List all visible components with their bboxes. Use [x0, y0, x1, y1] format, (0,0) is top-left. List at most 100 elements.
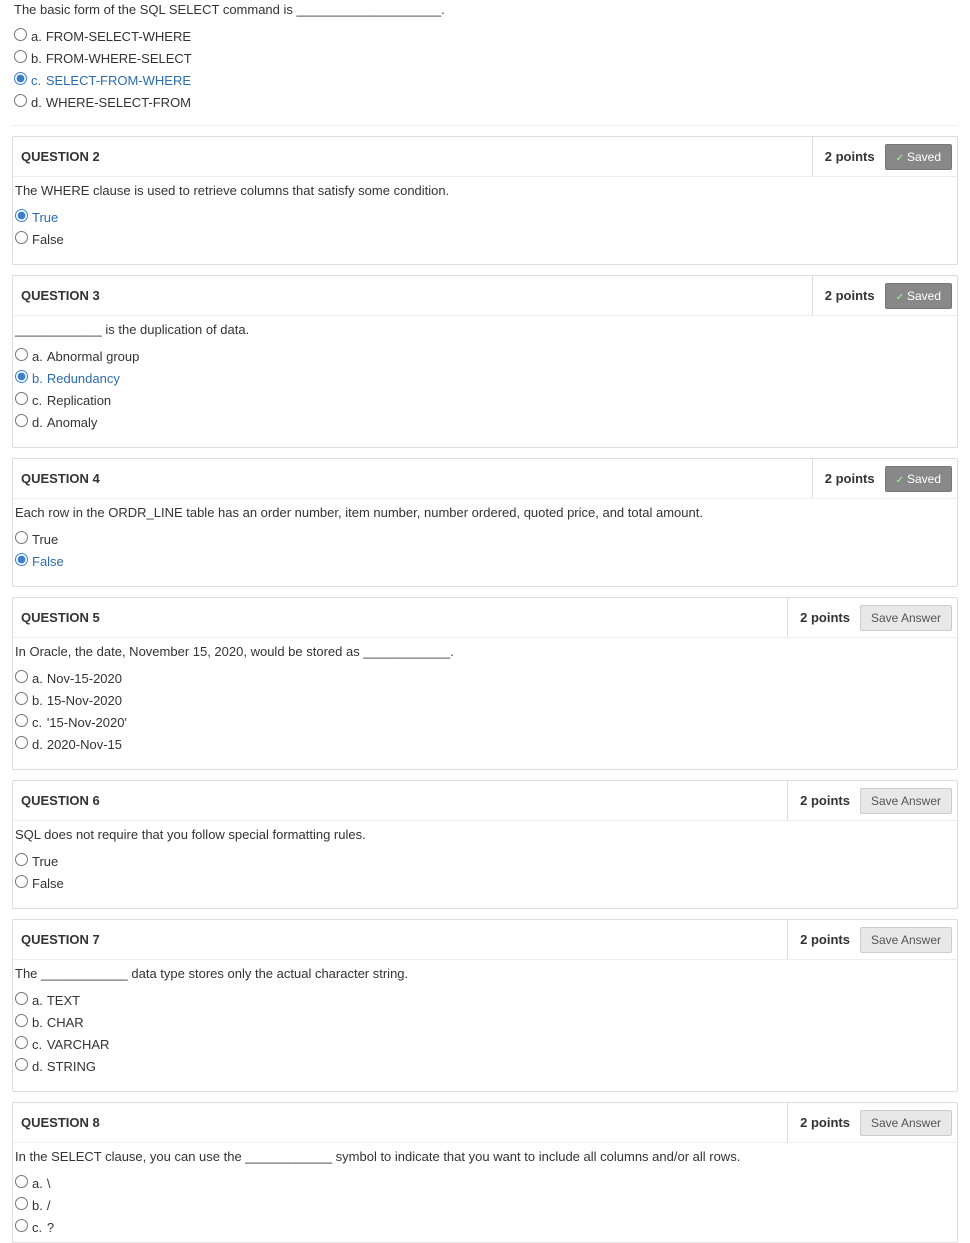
option-text: ? — [45, 1216, 56, 1238]
option-b[interactable]: b. 15-Nov-2020 — [13, 689, 129, 711]
options: True False — [13, 528, 66, 572]
options: a. \ b. / c. ? — [13, 1172, 56, 1238]
question-prompt: In the SELECT clause, you can use the __… — [13, 1147, 957, 1172]
option-a[interactable]: a. FROM-SELECT-WHERE — [12, 25, 194, 47]
question-prompt: The ____________ data type stores only t… — [13, 964, 957, 989]
saved-label: Saved — [907, 472, 941, 486]
option-c[interactable]: c. SELECT-FROM-WHERE — [12, 69, 194, 91]
option-d[interactable]: d. Anomaly — [13, 411, 141, 433]
radio-d[interactable] — [15, 414, 28, 427]
option-text: Nov-15-2020 — [45, 667, 129, 689]
option-text: True — [30, 528, 66, 550]
question-6: QUESTION 6 2 points Save Answer SQL does… — [12, 780, 958, 909]
option-a[interactable]: a. TEXT — [13, 989, 111, 1011]
option-c[interactable]: c. VARCHAR — [13, 1033, 111, 1055]
save-answer-button[interactable]: Save Answer — [860, 1110, 952, 1136]
option-b[interactable]: b. CHAR — [13, 1011, 111, 1033]
option-b[interactable]: b. / — [13, 1194, 56, 1216]
save-answer-button[interactable]: Save Answer — [860, 927, 952, 953]
option-text: TEXT — [45, 989, 112, 1011]
option-letter: a. — [30, 345, 45, 367]
radio-d[interactable] — [15, 736, 28, 749]
question-meta: 2 points Save Answer — [787, 598, 957, 637]
save-answer-button[interactable]: Save Answer — [860, 788, 952, 814]
save-answer-button[interactable]: Save Answer — [860, 605, 952, 631]
option-text: True — [30, 206, 66, 228]
option-text: False — [30, 550, 66, 572]
saved-button[interactable]: ✓Saved — [885, 144, 952, 170]
options: a. Abnormal group b. Redundancy c. Repli… — [13, 345, 141, 433]
option-a[interactable]: a. Nov-15-2020 — [13, 667, 129, 689]
option-d[interactable]: d. 2020-Nov-15 — [13, 733, 129, 755]
points-label: 2 points — [800, 793, 850, 808]
radio-a[interactable] — [15, 1175, 28, 1188]
question-header: QUESTION 8 2 points Save Answer — [13, 1103, 957, 1143]
question-meta: 2 points Save Answer — [787, 781, 957, 820]
radio-a[interactable] — [15, 670, 28, 683]
question-prompt: The basic form of the SQL SELECT command… — [12, 0, 958, 25]
radio-b[interactable] — [15, 370, 28, 383]
question-header: QUESTION 3 2 points ✓Saved — [13, 276, 957, 316]
option-b[interactable]: b. Redundancy — [13, 367, 141, 389]
radio-c[interactable] — [15, 714, 28, 727]
radio-b[interactable] — [15, 1197, 28, 1210]
points-label: 2 points — [825, 288, 875, 303]
option-d[interactable]: d. STRING — [13, 1055, 111, 1077]
question-header: QUESTION 2 2 points ✓Saved — [13, 137, 957, 177]
radio-c[interactable] — [15, 392, 28, 405]
option-letter: c. — [29, 69, 44, 91]
radio-true[interactable] — [15, 853, 28, 866]
radio-false[interactable] — [15, 231, 28, 244]
option-true[interactable]: True — [13, 528, 66, 550]
options: a. FROM-SELECT-WHERE b. FROM-WHERE-SELEC… — [12, 25, 194, 113]
option-false[interactable]: False — [13, 872, 66, 894]
points-label: 2 points — [800, 932, 850, 947]
option-false[interactable]: False — [13, 550, 66, 572]
option-c[interactable]: c. ? — [13, 1216, 56, 1238]
points-label: 2 points — [800, 1115, 850, 1130]
option-text: True — [30, 850, 66, 872]
option-a[interactable]: a. Abnormal group — [13, 345, 141, 367]
option-letter: a. — [29, 25, 44, 47]
radio-false[interactable] — [15, 553, 28, 566]
option-b[interactable]: b. FROM-WHERE-SELECT — [12, 47, 194, 69]
points-label: 2 points — [825, 149, 875, 164]
radio-c[interactable] — [15, 1219, 28, 1232]
option-c[interactable]: c. Replication — [13, 389, 141, 411]
radio-a[interactable] — [15, 992, 28, 1005]
option-true[interactable]: True — [13, 206, 66, 228]
radio-d[interactable] — [14, 94, 27, 107]
option-d[interactable]: d. WHERE-SELECT-FROM — [12, 91, 194, 113]
radio-c[interactable] — [15, 1036, 28, 1049]
option-false[interactable]: False — [13, 228, 66, 250]
radio-a[interactable] — [15, 348, 28, 361]
option-letter: b. — [30, 1194, 45, 1216]
radio-d[interactable] — [15, 1058, 28, 1071]
option-text: STRING — [45, 1055, 112, 1077]
saved-button[interactable]: ✓Saved — [885, 283, 952, 309]
option-a[interactable]: a. \ — [13, 1172, 56, 1194]
radio-b[interactable] — [15, 1014, 28, 1027]
question-header: QUESTION 6 2 points Save Answer — [13, 781, 957, 821]
question-8: QUESTION 8 2 points Save Answer In the S… — [12, 1102, 958, 1242]
radio-b[interactable] — [15, 692, 28, 705]
question-header: QUESTION 7 2 points Save Answer — [13, 920, 957, 960]
radio-true[interactable] — [15, 209, 28, 222]
question-title: QUESTION 5 — [13, 598, 108, 637]
question-title: QUESTION 2 — [13, 137, 108, 176]
options: a. Nov-15-2020 b. 15-Nov-2020 c. '15-Nov… — [13, 667, 129, 755]
radio-a[interactable] — [14, 28, 27, 41]
radio-false[interactable] — [15, 875, 28, 888]
option-true[interactable]: True — [13, 850, 66, 872]
points-label: 2 points — [825, 471, 875, 486]
saved-button[interactable]: ✓Saved — [885, 466, 952, 492]
saved-label: Saved — [907, 150, 941, 164]
radio-c[interactable] — [14, 72, 27, 85]
option-c[interactable]: c. '15-Nov-2020' — [13, 711, 129, 733]
question-title: QUESTION 3 — [13, 276, 108, 315]
radio-true[interactable] — [15, 531, 28, 544]
radio-b[interactable] — [14, 50, 27, 63]
check-icon: ✓ — [896, 153, 904, 164]
option-letter: a. — [30, 667, 45, 689]
option-letter: d. — [30, 411, 45, 433]
